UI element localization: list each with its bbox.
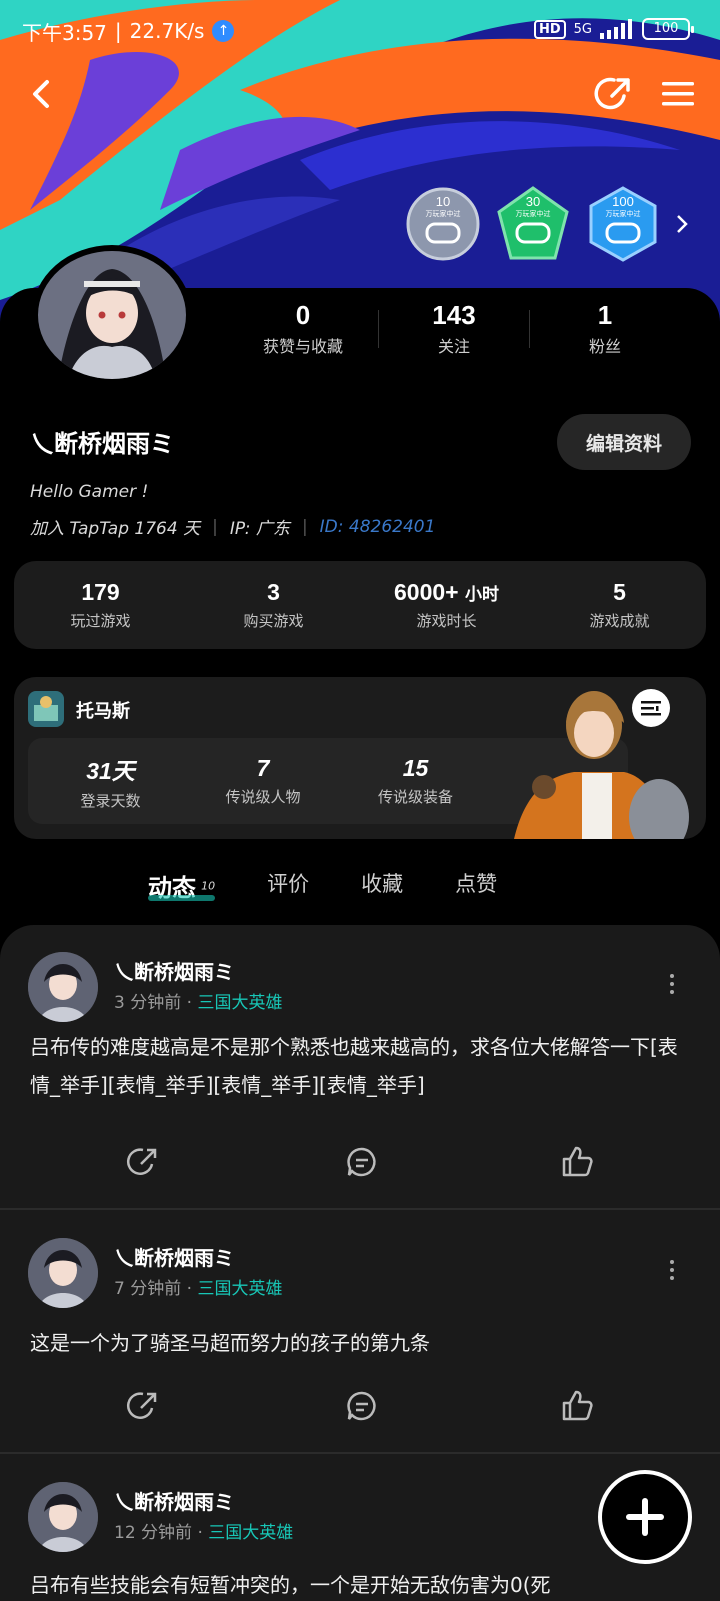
game-icon bbox=[28, 691, 64, 727]
join-info: 加入 TapTap 1764 天 bbox=[30, 519, 201, 539]
post-game-tag[interactable]: 三国大英雄 bbox=[197, 1279, 282, 1299]
game-title: 托马斯 bbox=[76, 701, 130, 722]
game-character-art bbox=[514, 691, 689, 839]
signal-icon bbox=[600, 19, 632, 39]
share-icon bbox=[594, 77, 630, 110]
battery-icon: 100 bbox=[642, 18, 694, 40]
post-meta: 12 分钟前 · 三国大英雄 bbox=[114, 1523, 294, 1543]
upload-icon: ↑ bbox=[212, 20, 235, 42]
profile-meta: 加入 TapTap 1764 天 | IP: 广东 | ID: 48262401 bbox=[30, 514, 436, 540]
edit-profile-button[interactable]: 编辑资料 bbox=[557, 414, 691, 470]
content-tabs: 动态 10 评价 收藏 点赞 bbox=[148, 868, 497, 903]
back-arrow-icon bbox=[33, 80, 49, 108]
svg-text:万玩家中过: 万玩家中过 bbox=[606, 209, 641, 218]
ip-info: IP: 广东 bbox=[229, 519, 290, 539]
badges-more-chevron-icon[interactable] bbox=[675, 186, 695, 262]
network-type: 5G bbox=[573, 21, 592, 37]
avatar[interactable] bbox=[32, 245, 192, 385]
achievement-badges[interactable]: 10 万玩家中过 30 万玩家中过 100 万玩家中过 bbox=[405, 186, 695, 262]
svg-text:30: 30 bbox=[526, 194, 540, 209]
post-divider bbox=[0, 1208, 720, 1210]
game-card-toggle-button[interactable] bbox=[632, 689, 670, 727]
post-game-tag[interactable]: 三国大英雄 bbox=[197, 993, 282, 1013]
menu-button[interactable] bbox=[650, 66, 706, 122]
post-like-button[interactable] bbox=[555, 1384, 599, 1428]
svg-text:万玩家中过: 万玩家中过 bbox=[516, 209, 551, 218]
list-toggle-icon bbox=[641, 701, 661, 716]
post-text[interactable]: 这是一个为了骑圣马超而努力的孩子的第九条 bbox=[30, 1324, 694, 1362]
create-post-button[interactable] bbox=[598, 1470, 692, 1564]
hd-icon: HD bbox=[533, 19, 566, 39]
post-meta: 3 分钟前 · 三国大英雄 bbox=[114, 993, 283, 1013]
post-game-tag[interactable]: 三国大英雄 bbox=[208, 1523, 293, 1543]
plus-icon bbox=[626, 1498, 664, 1536]
status-time: 下午3:57 bbox=[22, 20, 107, 45]
stat-achievements[interactable]: 5 游戏成就 bbox=[540, 579, 700, 631]
post-share-button[interactable] bbox=[121, 1140, 165, 1184]
stat-games-played[interactable]: 179 玩过游戏 bbox=[21, 579, 181, 631]
post-like-button[interactable] bbox=[555, 1140, 599, 1184]
post-author[interactable]: 乀断桥烟雨ミ bbox=[114, 1242, 234, 1271]
post-more-icon[interactable] bbox=[660, 1260, 684, 1290]
post-comment-button[interactable] bbox=[340, 1384, 384, 1428]
stat-login-days: 31天 登录天数 bbox=[80, 757, 141, 810]
profile-stats: 0 获赞与收藏 143 关注 1 粉丝 bbox=[228, 300, 680, 357]
game-card[interactable]: 托马斯 31天 登录天数 7 传说级人物 15 传说级装备 bbox=[14, 677, 706, 839]
tab-reviews[interactable]: 评价 bbox=[267, 868, 309, 898]
thumbs-up-icon bbox=[562, 1390, 593, 1421]
thumbs-up-icon bbox=[562, 1146, 593, 1177]
menu-icon bbox=[662, 82, 694, 106]
post-avatar[interactable] bbox=[28, 952, 98, 1022]
post-author[interactable]: 乀断桥烟雨ミ bbox=[114, 956, 234, 985]
post-avatar[interactable] bbox=[28, 1482, 98, 1552]
post-avatar[interactable] bbox=[28, 1238, 98, 1308]
svg-text:10: 10 bbox=[436, 194, 450, 209]
back-button[interactable] bbox=[14, 66, 70, 122]
stat-fans[interactable]: 1 粉丝 bbox=[530, 300, 680, 357]
post-comment-button[interactable] bbox=[340, 1140, 384, 1184]
stat-likes[interactable]: 0 获赞与收藏 bbox=[228, 300, 378, 357]
post-meta: 7 分钟前 · 三国大英雄 bbox=[114, 1279, 283, 1299]
post-divider bbox=[0, 1452, 720, 1454]
badge-10[interactable]: 10 万玩家中过 bbox=[405, 186, 481, 262]
stat-play-time[interactable]: 6000+ 小时 游戏时长 bbox=[367, 579, 527, 631]
share-icon bbox=[127, 1148, 157, 1175]
status-bar: 下午3:57 | 22.7K/s ↑ bbox=[22, 16, 235, 46]
network-speed: 22.7K/s bbox=[129, 19, 205, 43]
tab-favorites[interactable]: 收藏 bbox=[361, 868, 403, 898]
comment-icon bbox=[347, 1147, 376, 1177]
profile-name: 乀断桥烟雨ミ bbox=[30, 430, 174, 458]
avatar-image bbox=[38, 251, 186, 379]
profile-bio: Hello Gamer ! bbox=[30, 482, 149, 502]
game-stats-card: 179 玩过游戏 3 购买游戏 6000+ 小时 游戏时长 5 游戏成就 bbox=[14, 561, 706, 649]
tab-likes[interactable]: 点赞 bbox=[455, 868, 497, 898]
post-text[interactable]: 吕布有些技能会有短暂冲突的，一个是开始无敌伤害为0(死 bbox=[30, 1566, 694, 1601]
tab-activity-count: 10 bbox=[201, 879, 216, 893]
badge-30[interactable]: 30 万玩家中过 bbox=[495, 186, 571, 262]
tab-activity[interactable]: 动态 10 bbox=[148, 868, 216, 903]
comment-icon bbox=[347, 1391, 376, 1421]
stat-legend-chars: 7 传说级人物 bbox=[225, 755, 301, 806]
post-share-button[interactable] bbox=[121, 1384, 165, 1428]
post-time: 3 分钟前 bbox=[114, 993, 182, 1013]
post-text[interactable]: 吕布传的难度越高是不是那个熟悉也越来越高的，求各位大佬解答一下[表情_举手][表… bbox=[30, 1028, 694, 1104]
system-icons: HD 5G 100 bbox=[533, 18, 694, 40]
svg-text:100: 100 bbox=[612, 194, 634, 209]
tab-underline bbox=[148, 895, 216, 901]
stat-following[interactable]: 143 关注 bbox=[379, 300, 529, 357]
badge-10-icon: 10 万玩家中过 bbox=[406, 187, 480, 261]
post-time: 12 分钟前 bbox=[114, 1523, 193, 1543]
stat-games-bought[interactable]: 3 购买游戏 bbox=[194, 579, 354, 631]
badge-30-icon: 30 万玩家中过 bbox=[497, 186, 569, 260]
share-icon bbox=[127, 1392, 157, 1419]
badge-100-icon: 100 万玩家中过 bbox=[589, 186, 657, 262]
post-more-icon[interactable] bbox=[660, 974, 684, 1004]
post-time: 7 分钟前 bbox=[114, 1279, 182, 1299]
share-button[interactable] bbox=[586, 66, 642, 122]
user-id[interactable]: ID: 48262401 bbox=[320, 517, 436, 537]
post-author[interactable]: 乀断桥烟雨ミ bbox=[114, 1486, 234, 1515]
badge-100[interactable]: 100 万玩家中过 bbox=[585, 186, 661, 262]
svg-text:万玩家中过: 万玩家中过 bbox=[426, 209, 461, 218]
